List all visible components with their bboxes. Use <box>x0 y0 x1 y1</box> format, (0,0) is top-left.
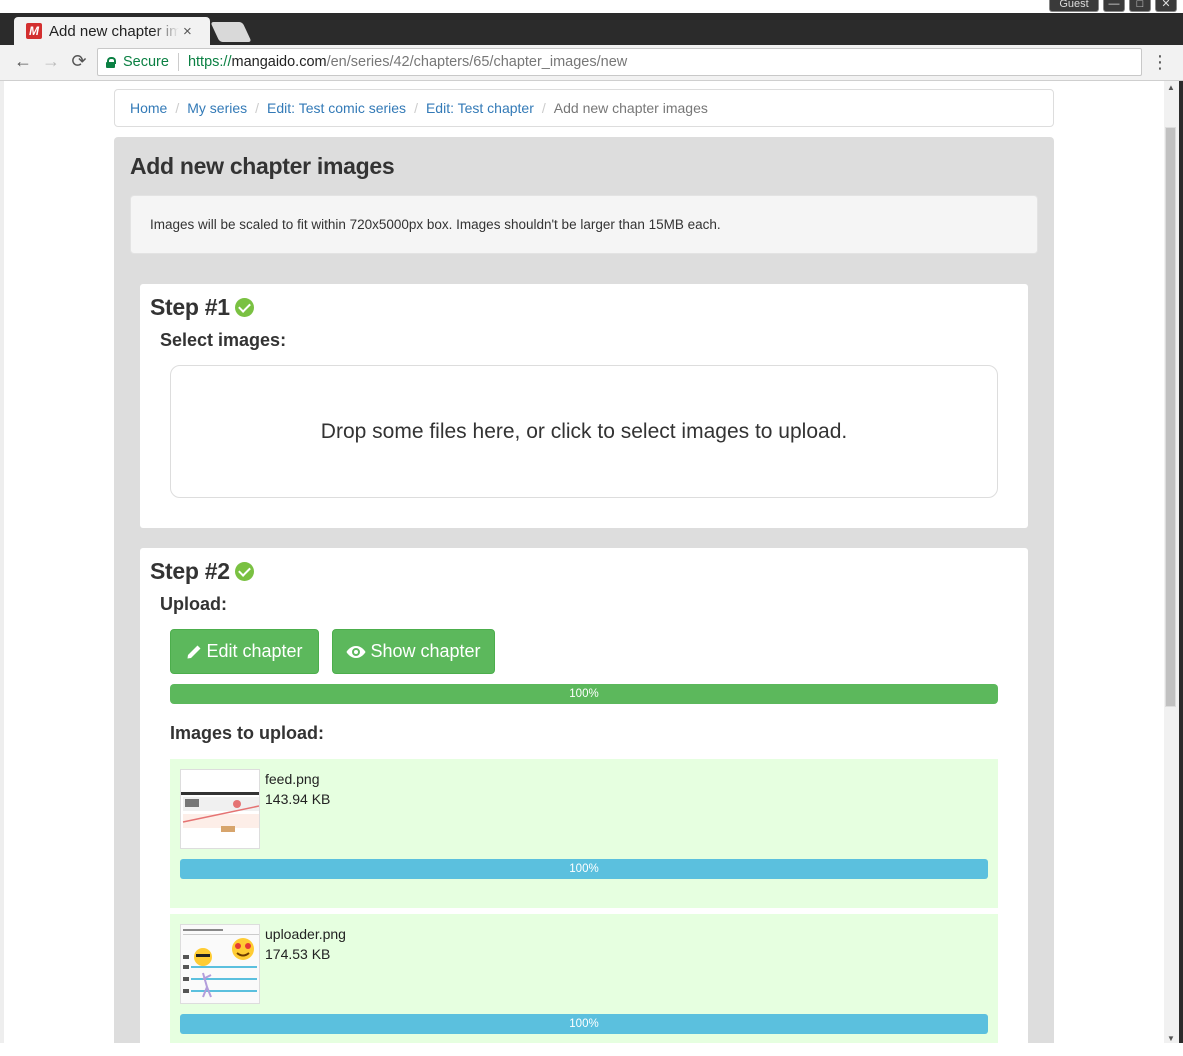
browser-menu-icon[interactable]: ⋮ <box>1151 53 1169 71</box>
image-filename: feed.png <box>265 771 320 787</box>
back-arrow-icon[interactable]: ← <box>12 51 34 72</box>
eye-icon <box>346 645 366 658</box>
show-chapter-button[interactable]: Show chapter <box>332 629 495 674</box>
step-2-label: Step #2 <box>150 558 230 584</box>
breadcrumb-current: Add new chapter images <box>553 100 708 116</box>
show-chapter-label: Show chapter <box>370 641 481 661</box>
step-2-title: Step #2 <box>150 558 254 585</box>
overall-progress-label: 100% <box>569 688 599 700</box>
breadcrumb-home[interactable]: Home <box>130 100 167 116</box>
overall-progress-bar: 100% <box>170 684 998 704</box>
check-circle-icon <box>234 562 254 581</box>
browser-tab[interactable]: M Add new chapter images × <box>14 17 210 45</box>
secure-label: Secure <box>123 54 169 70</box>
image-thumbnail <box>180 769 260 849</box>
step-2-box: Step #2 Upload: Edit chapter Show chapte… <box>140 548 1028 1043</box>
image-filename: uploader.png <box>265 926 346 942</box>
check-circle-icon <box>234 298 254 317</box>
guest-profile-button[interactable]: Guest <box>1049 0 1099 12</box>
page-viewport: Home / My series / Edit: Test comic seri… <box>0 81 1164 1043</box>
main-panel: Add new chapter images Images will be sc… <box>114 137 1054 1043</box>
upload-item: uploader.png 174.53 KB 100% <box>170 914 998 1043</box>
page-scrollbar[interactable]: ▲ ▼ <box>1164 81 1179 1043</box>
step-1-title: Step #1 <box>150 294 254 321</box>
tab-title: Add new chapter images <box>49 22 179 40</box>
mangaido-favicon-icon: M <box>26 23 42 39</box>
step-2-subtitle: Upload: <box>160 594 227 614</box>
reload-icon[interactable]: ⟳ <box>68 51 90 72</box>
breadcrumb-my-series[interactable]: My series <box>187 100 247 116</box>
breadcrumb-divider: / <box>414 100 418 116</box>
image-filesize: 174.53 KB <box>265 946 331 962</box>
forward-arrow-icon[interactable]: → <box>40 51 62 72</box>
step-1-subtitle: Select images: <box>160 330 287 350</box>
image-progress-bar: 100% <box>180 1014 988 1034</box>
image-progress-bar: 100% <box>180 859 988 879</box>
dropzone-text: Drop some files here, or click to select… <box>320 419 848 443</box>
breadcrumb-edit-chapter[interactable]: Edit: Test chapter <box>426 100 534 116</box>
close-window-button[interactable]: ✕ <box>1155 0 1177 12</box>
info-notice: Images will be scaled to fit within 720x… <box>130 195 1038 254</box>
window-top-edge: Guest — □ ✕ <box>0 0 1183 13</box>
window-bottom-edge <box>0 1043 1183 1056</box>
breadcrumb-divider: / <box>255 100 260 116</box>
window-left-edge <box>0 81 4 1043</box>
scroll-down-arrow-icon[interactable]: ▼ <box>1167 1034 1175 1043</box>
url-host: mangaido.com <box>231 54 327 70</box>
breadcrumb-edit-series[interactable]: Edit: Test comic series <box>267 100 406 116</box>
pencil-icon <box>187 645 201 658</box>
images-heading: Images to upload: <box>170 723 325 743</box>
upload-item: feed.png 143.94 KB 100% <box>170 759 998 908</box>
file-dropzone[interactable]: Drop some files here, or click to select… <box>170 365 998 498</box>
edit-chapter-button[interactable]: Edit chapter <box>170 629 319 674</box>
minimize-button[interactable]: — <box>1103 0 1125 12</box>
image-filesize: 143.94 KB <box>265 791 331 807</box>
lock-icon <box>106 56 116 68</box>
breadcrumb-divider: / <box>175 100 180 116</box>
address-bar[interactable]: Secure https:// mangaido.com /en/series/… <box>97 48 1142 76</box>
info-text: Images will be scaled to fit within 720x… <box>150 217 721 232</box>
window-right-edge <box>1179 81 1183 1056</box>
image-progress-label: 100% <box>569 863 599 875</box>
url-scheme: https:// <box>187 54 232 70</box>
omnibox-separator <box>177 53 179 71</box>
tab-close-icon[interactable]: × <box>183 23 192 40</box>
window-controls: Guest — □ ✕ <box>1049 0 1177 12</box>
breadcrumb-divider: / <box>541 100 546 116</box>
edit-chapter-label: Edit chapter <box>206 641 303 661</box>
url-path: /en/series/42/chapters/65/chapter_images… <box>326 54 628 70</box>
step-1-box: Step #1 Select images: Drop some files h… <box>140 284 1028 528</box>
image-thumbnail <box>180 924 260 1004</box>
page-title: Add new chapter images <box>130 153 395 179</box>
step-1-label: Step #1 <box>150 294 230 320</box>
browser-toolbar: ← → ⟳ Secure https:// mangaido.com /en/s… <box>0 45 1183 81</box>
scrollbar-thumb[interactable] <box>1165 127 1176 707</box>
maximize-button[interactable]: □ <box>1129 0 1151 12</box>
scroll-up-arrow-icon[interactable]: ▲ <box>1167 83 1175 92</box>
breadcrumb: Home / My series / Edit: Test comic seri… <box>114 89 1054 127</box>
new-tab-button[interactable] <box>210 22 252 42</box>
image-progress-label: 100% <box>569 1018 599 1030</box>
tab-strip: M Add new chapter images × <box>0 13 1183 45</box>
